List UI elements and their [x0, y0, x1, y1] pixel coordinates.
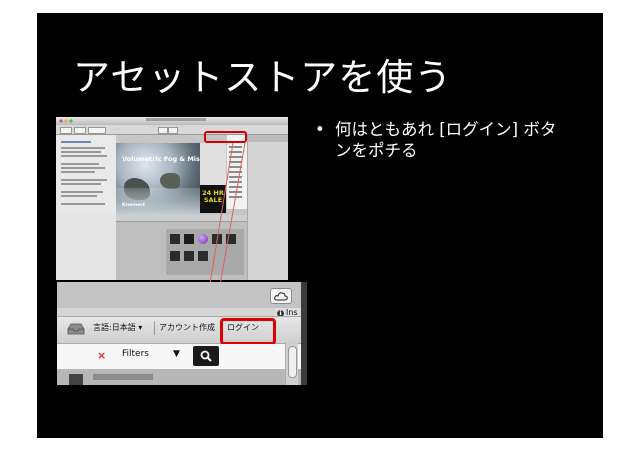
window-edge — [301, 282, 307, 385]
clear-filter-icon[interactable]: × — [97, 349, 106, 362]
result-thumbnail — [69, 374, 83, 385]
filters-dropdown[interactable]: Filters — [122, 349, 149, 359]
scrollbar-thumb[interactable] — [288, 346, 297, 378]
create-account-link[interactable]: アカウント作成 — [159, 322, 215, 333]
inbox-icon[interactable] — [67, 323, 85, 335]
search-bar: × Filters ▼ — [57, 344, 301, 370]
language-dropdown[interactable]: 言語:日本語 ▾ — [93, 322, 142, 333]
cloud-button[interactable] — [270, 288, 292, 304]
login-highlight-box — [220, 318, 276, 345]
slide: アセットストアを使う • 何はともあれ [ログイン] ボタンをポチる Volum… — [37, 13, 603, 438]
scrollbar[interactable] — [285, 342, 298, 385]
search-icon — [200, 350, 212, 362]
result-name — [93, 374, 153, 380]
separator — [154, 321, 155, 335]
search-button[interactable] — [193, 346, 219, 366]
cloud-icon — [274, 292, 288, 301]
asset-store-screenshot-zoom: i Ins 言語:日本語 ▾ アカウント作成 ログイン × Filters ▼ — [57, 282, 307, 385]
results-area — [57, 369, 301, 385]
chevron-down-icon[interactable]: ▼ — [173, 349, 180, 359]
